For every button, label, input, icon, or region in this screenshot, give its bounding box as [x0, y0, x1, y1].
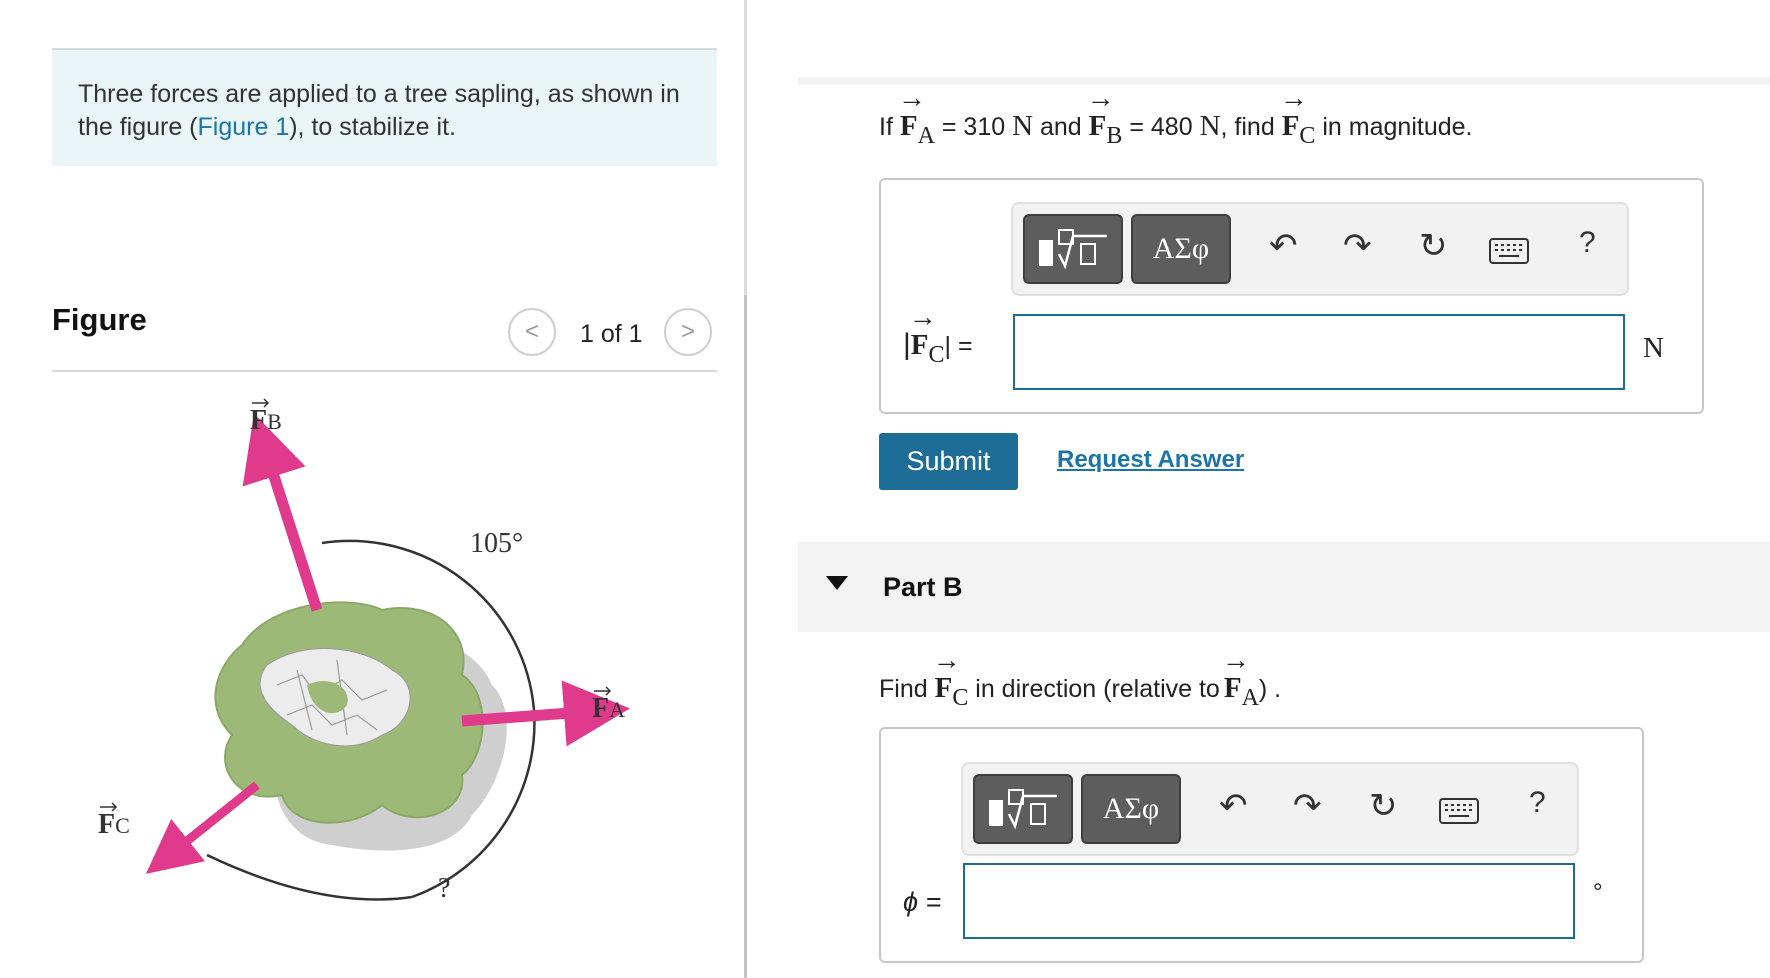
- label-vector-fc: F: [909, 302, 937, 362]
- force-fc-arrow: [145, 781, 260, 874]
- templates-button[interactable]: [1023, 214, 1123, 284]
- label-fa: FA: [592, 693, 625, 724]
- greek-symbols-button-b[interactable]: ΑΣφ: [1081, 774, 1181, 844]
- keyboard-icon[interactable]: [1439, 798, 1479, 824]
- q-mid-b: in direction (relative to: [975, 675, 1220, 703]
- keyboard-icon[interactable]: [1489, 238, 1529, 264]
- chevron-right-icon: >: [680, 318, 695, 345]
- fa-unit: N: [1012, 110, 1034, 142]
- vector-fa-b: F: [1222, 645, 1250, 705]
- fc-magnitude-input[interactable]: [1013, 314, 1625, 390]
- figure-pager: 1 of 1: [580, 320, 643, 348]
- sub-fc: C: [1299, 123, 1316, 149]
- fb-value: = 480: [1129, 113, 1193, 141]
- q-find-b: Find: [879, 675, 928, 703]
- part-b-answer-box: ΑΣφ ↶ ↷ ↻ ? ϕ = °: [879, 727, 1644, 963]
- phi-label: ϕ =: [903, 887, 942, 917]
- redo-icon[interactable]: ↷: [1293, 786, 1322, 826]
- part-b-title: Part B: [883, 572, 963, 602]
- redo-icon[interactable]: ↷: [1343, 226, 1372, 266]
- sub-fa-b: A: [1241, 685, 1259, 711]
- fb-unit: N: [1199, 110, 1221, 142]
- problem-statement: Three forces are applied to a tree sapli…: [52, 48, 717, 166]
- label-fc: FC: [98, 809, 130, 840]
- angle-label-unknown: ?: [438, 873, 450, 904]
- problem-text-after: ), to stabilize it.: [289, 113, 456, 141]
- sub-fc-b: C: [952, 685, 969, 711]
- force-fb-arrow: [242, 413, 323, 612]
- undo-icon[interactable]: ↶: [1219, 786, 1248, 826]
- prev-figure-button[interactable]: <: [508, 308, 556, 356]
- figure-header-rule: [52, 370, 717, 372]
- part-b-math-toolbar: ΑΣφ ↶ ↷ ↻ ?: [961, 762, 1579, 856]
- vector-fb: F: [1087, 83, 1115, 143]
- part-a-math-toolbar: ΑΣφ ↶ ↷ ↻ ?: [1011, 202, 1629, 296]
- label-fb: FB: [250, 405, 282, 436]
- reset-icon[interactable]: ↻: [1419, 226, 1448, 266]
- degree-unit: °: [1593, 879, 1603, 906]
- help-icon[interactable]: ?: [1529, 786, 1546, 820]
- left-pane: Three forces are applied to a tree sapli…: [0, 0, 745, 978]
- sub-fb: B: [1106, 123, 1123, 149]
- part-b-question: Find FC in direction (relative toFA) .: [879, 645, 1282, 711]
- label-sub-fc: C: [928, 342, 945, 368]
- submit-button[interactable]: Submit: [879, 433, 1018, 490]
- pane-scrollbar[interactable]: [744, 295, 747, 978]
- vector-fc: F: [1280, 83, 1308, 143]
- vector-fc-b: F: [933, 645, 961, 705]
- figure-link[interactable]: Figure 1: [198, 113, 290, 141]
- q-tail: in magnitude.: [1322, 113, 1473, 141]
- part-a-answer-label: |FC| =: [903, 302, 973, 368]
- angle-label-105: 105°: [470, 528, 523, 559]
- fc-unit: N: [1643, 332, 1664, 364]
- angle-arc-unknown: [206, 853, 413, 901]
- q-and: and: [1040, 113, 1082, 141]
- q-end-b: ) .: [1258, 675, 1282, 703]
- fa-value: = 310: [941, 113, 1006, 141]
- part-a-question: If FA = 310 N and FB = 480 N, find FC in…: [879, 83, 1473, 149]
- chevron-left-icon: <: [524, 318, 539, 345]
- request-answer-link[interactable]: Request Answer: [1057, 446, 1244, 474]
- next-figure-button[interactable]: >: [664, 308, 712, 356]
- greek-symbols-button[interactable]: ΑΣφ: [1131, 214, 1231, 284]
- sqrt-template-icon: [989, 789, 1057, 830]
- figure-title: Figure: [52, 302, 147, 337]
- q-if: If: [879, 113, 893, 141]
- part-a-answer-box: ΑΣφ ↶ ↷ ↻ ? |FC| = N: [879, 178, 1704, 414]
- vector-fa: F: [898, 83, 926, 143]
- reset-icon[interactable]: ↻: [1369, 786, 1398, 826]
- sqrt-template-icon: [1039, 229, 1107, 270]
- collapse-caret-icon[interactable]: [826, 576, 848, 590]
- sub-fa: A: [917, 123, 935, 149]
- label-eq: | =: [944, 332, 973, 360]
- help-icon[interactable]: ?: [1579, 226, 1596, 260]
- tree-sapling-figure: FB FA FC 105° ?: [98, 398, 630, 904]
- q-find: , find: [1220, 113, 1275, 141]
- templates-button-b[interactable]: [973, 774, 1073, 844]
- undo-icon[interactable]: ↶: [1269, 226, 1298, 266]
- phi-direction-input[interactable]: [963, 863, 1575, 939]
